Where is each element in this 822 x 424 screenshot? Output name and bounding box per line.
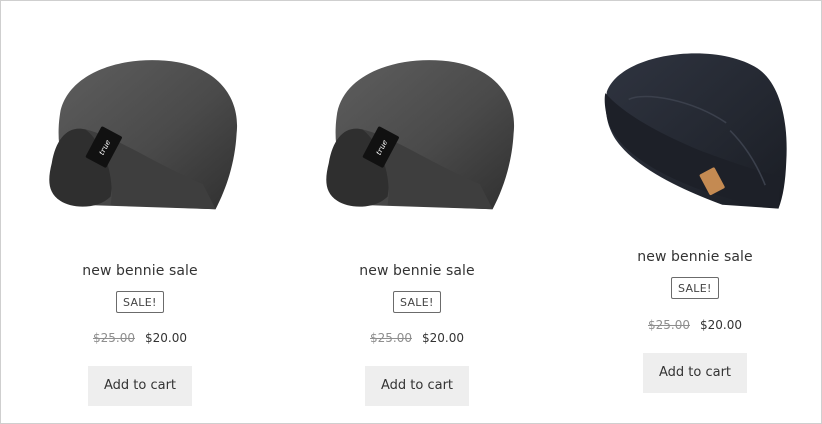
product-card: true new bennie sale SALE! $25.00 $20.00 …	[15, 37, 265, 417]
add-to-cart-button[interactable]: Add to cart	[88, 366, 192, 406]
product-grid: true new bennie sale SALE! $25.00 $20.00 …	[0, 0, 822, 424]
add-to-cart-button[interactable]: Add to cart	[643, 353, 747, 393]
price-row: $25.00 $20.00	[570, 318, 820, 332]
original-price: $25.00	[93, 331, 135, 345]
sale-price: $20.00	[145, 331, 187, 345]
add-to-cart-button[interactable]: Add to cart	[365, 366, 469, 406]
gray-beanie-image[interactable]: true	[292, 37, 542, 247]
gray-beanie-image[interactable]: true	[15, 37, 265, 247]
price-row: $25.00 $20.00	[15, 331, 265, 345]
sale-badge: SALE!	[671, 277, 719, 299]
product-card: true new bennie sale SALE! $25.00 $20.00 …	[292, 37, 542, 417]
original-price: $25.00	[370, 331, 412, 345]
sale-price: $20.00	[700, 318, 742, 332]
original-price: $25.00	[648, 318, 690, 332]
product-title[interactable]: new bennie sale	[570, 249, 820, 265]
price-row: $25.00 $20.00	[292, 331, 542, 345]
product-card: new bennie sale SALE! $25.00 $20.00 Add t…	[570, 37, 820, 417]
product-title[interactable]: new bennie sale	[292, 263, 542, 279]
navy-beanie-image[interactable]	[570, 37, 820, 232]
product-title[interactable]: new bennie sale	[15, 263, 265, 279]
sale-badge: SALE!	[116, 291, 164, 313]
sale-badge: SALE!	[393, 291, 441, 313]
sale-price: $20.00	[422, 331, 464, 345]
